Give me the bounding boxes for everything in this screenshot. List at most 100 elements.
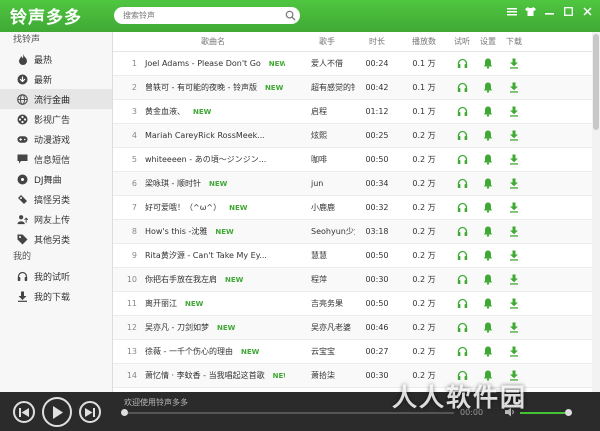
listen-button[interactable] — [449, 178, 475, 189]
song-title[interactable]: Rita黄汐源 - Can't Take My Ey... — [145, 251, 267, 260]
download-button[interactable] — [501, 202, 527, 213]
song-title[interactable]: 徐薇 - 一千个伤心的理由 — [145, 347, 233, 356]
download-button[interactable] — [501, 250, 527, 261]
artist-name[interactable]: 启程 — [285, 106, 355, 117]
song-name[interactable]: Joel Adams - Please Don't Go NEW — [141, 59, 285, 68]
set-ringtone-button[interactable] — [475, 274, 501, 285]
song-name[interactable]: 徐薇 - 一千个伤心的理由 NEW — [141, 346, 285, 357]
header-plays[interactable]: 播放数 — [399, 36, 449, 47]
search-input[interactable] — [123, 9, 273, 22]
search-box[interactable] — [114, 7, 300, 24]
set-ringtone-button[interactable] — [475, 346, 501, 357]
table-row[interactable]: 10 你把右手放在我左肩 NEW 程萍 00:30 0.2 万 — [113, 268, 600, 292]
set-ringtone-button[interactable] — [475, 250, 501, 261]
artist-name[interactable]: 吉亮务果 — [285, 298, 355, 309]
listen-button[interactable] — [449, 298, 475, 309]
listen-button[interactable] — [449, 130, 475, 141]
download-button[interactable] — [501, 106, 527, 117]
song-title[interactable]: Joel Adams - Please Don't Go — [145, 59, 261, 68]
sidebar-item-pop[interactable]: 流行金曲 — [0, 89, 112, 109]
download-button[interactable] — [501, 130, 527, 141]
song-name[interactable]: 曾轶可 - 有可能的夜晚 - 铃声版 NEW — [141, 82, 285, 93]
scrollbar-thumb[interactable] — [593, 34, 599, 130]
sidebar-item-other[interactable]: 其他另类 — [0, 229, 112, 249]
sidebar-item-funny[interactable]: 搞怪另类 — [0, 189, 112, 209]
sidebar-item-my-listen[interactable]: 我的试听 — [0, 266, 112, 286]
next-button[interactable] — [79, 401, 101, 423]
set-ringtone-button[interactable] — [475, 58, 501, 69]
set-ringtone-button[interactable] — [475, 226, 501, 237]
scrollbar[interactable] — [592, 32, 600, 392]
listen-button[interactable] — [449, 106, 475, 117]
artist-name[interactable]: 云宝宝 — [285, 346, 355, 357]
table-row[interactable]: 2 曾轶可 - 有可能的夜晚 - 铃声版 NEW超有感觉的铃声 00:42 0.1 万 — [113, 76, 600, 100]
song-name[interactable]: 吴亦凡 - 刀剑如梦 NEW — [141, 322, 285, 333]
song-title[interactable]: 好可爱哦！（^ω^） — [145, 203, 221, 212]
header-song-name[interactable]: 歌曲名 — [141, 36, 285, 47]
download-button[interactable] — [501, 346, 527, 357]
download-button[interactable] — [501, 58, 527, 69]
sidebar-item-my-download[interactable]: 我的下载 — [0, 286, 112, 306]
song-name[interactable]: Rita黄汐源 - Can't Take My Ey... — [141, 250, 285, 261]
listen-button[interactable] — [449, 82, 475, 93]
previous-button[interactable] — [13, 401, 35, 423]
table-row[interactable]: 13 徐薇 - 一千个伤心的理由 NEW 云宝宝 00:27 0.2 万 — [113, 340, 600, 364]
listen-button[interactable] — [449, 346, 475, 357]
download-button[interactable] — [501, 154, 527, 165]
song-name[interactable]: 好可爱哦！（^ω^） NEW — [141, 202, 285, 213]
artist-name[interactable]: 超有感觉的铃声 — [285, 82, 355, 93]
table-row[interactable]: 4 Mariah CareyRick RossMeek... 炫熙 00:25 0.2 … — [113, 124, 600, 148]
table-row[interactable]: 5 whiteeeen - あの頃～ジンジン... 咖啡 00:50 0.2 万 — [113, 148, 600, 172]
song-name[interactable]: 萧忆情 · 李蚊香 - 当我唱起这首歌 NEW — [141, 370, 285, 381]
song-name[interactable]: 离开丽江 NEW — [141, 298, 285, 309]
artist-name[interactable]: jun — [285, 179, 355, 188]
song-title[interactable]: whiteeeen - あの頃～ジンジン... — [145, 155, 266, 164]
song-title[interactable]: How's this -沈雅 — [145, 227, 207, 236]
song-title[interactable]: 吴亦凡 - 刀剑如梦 — [145, 323, 209, 332]
listen-button[interactable] — [449, 250, 475, 261]
maximize-icon[interactable] — [560, 5, 577, 18]
listen-button[interactable] — [449, 274, 475, 285]
download-button[interactable] — [501, 298, 527, 309]
listen-button[interactable] — [449, 226, 475, 237]
table-row[interactable]: 8 How's this -沈雅 NEW Seohyun少女... 03:18 0.2 万 — [113, 220, 600, 244]
sidebar-item-new[interactable]: 最新 — [0, 69, 112, 89]
sidebar-item-anime[interactable]: 动漫游戏 — [0, 129, 112, 149]
set-ringtone-button[interactable] — [475, 130, 501, 141]
table-row[interactable]: 12 吴亦凡 - 刀剑如梦 NEW 吴亦凡老婆 00:46 0.2 万 — [113, 316, 600, 340]
progress-knob[interactable] — [121, 409, 128, 416]
close-icon[interactable] — [579, 5, 596, 18]
artist-name[interactable]: Seohyun少女... — [285, 226, 355, 237]
table-row[interactable]: 6 梁咏琪 - 顺时针 NEW jun 00:34 0.2 万 — [113, 172, 600, 196]
artist-name[interactable]: 小鹿鹿 — [285, 202, 355, 213]
table-row[interactable]: 11 离开丽江 NEW 吉亮务果 00:50 0.2 万 — [113, 292, 600, 316]
table-row[interactable]: 1 Joel Adams - Please Don't Go NEW 爱人不借 00:2… — [113, 52, 600, 76]
set-ringtone-button[interactable] — [475, 154, 501, 165]
song-title[interactable]: 曾轶可 - 有可能的夜晚 - 铃声版 — [145, 83, 257, 92]
download-button[interactable] — [501, 82, 527, 93]
play-button[interactable] — [42, 397, 72, 427]
set-ringtone-button[interactable] — [475, 322, 501, 333]
set-ringtone-button[interactable] — [475, 202, 501, 213]
table-row[interactable]: 3 黄金血液、 NEW 启程 01:12 0.1 万 — [113, 100, 600, 124]
artist-name[interactable]: 慧慧 — [285, 250, 355, 261]
artist-name[interactable]: 炫熙 — [285, 130, 355, 141]
song-title[interactable]: Mariah CareyRick RossMeek... — [145, 131, 265, 140]
search-icon[interactable] — [285, 10, 296, 21]
song-name[interactable]: whiteeeen - あの頃～ジンジン... — [141, 154, 285, 165]
artist-name[interactable]: 吴亦凡老婆 — [285, 322, 355, 333]
sidebar-item-dj[interactable]: DJ舞曲 — [0, 169, 112, 189]
artist-name[interactable]: 爱人不借 — [285, 58, 355, 69]
sidebar-item-sms[interactable]: 信息短信 — [0, 149, 112, 169]
song-name[interactable]: Mariah CareyRick RossMeek... — [141, 131, 285, 140]
volume-slider[interactable] — [520, 409, 572, 416]
listen-button[interactable] — [449, 202, 475, 213]
artist-name[interactable]: 咖啡 — [285, 154, 355, 165]
download-button[interactable] — [501, 274, 527, 285]
set-ringtone-button[interactable] — [475, 298, 501, 309]
song-title[interactable]: 黄金血液、 — [145, 107, 185, 116]
skin-icon[interactable] — [522, 5, 539, 18]
download-button[interactable] — [501, 226, 527, 237]
header-artist[interactable]: 歌手 — [285, 36, 355, 47]
menu-icon[interactable] — [503, 5, 520, 18]
